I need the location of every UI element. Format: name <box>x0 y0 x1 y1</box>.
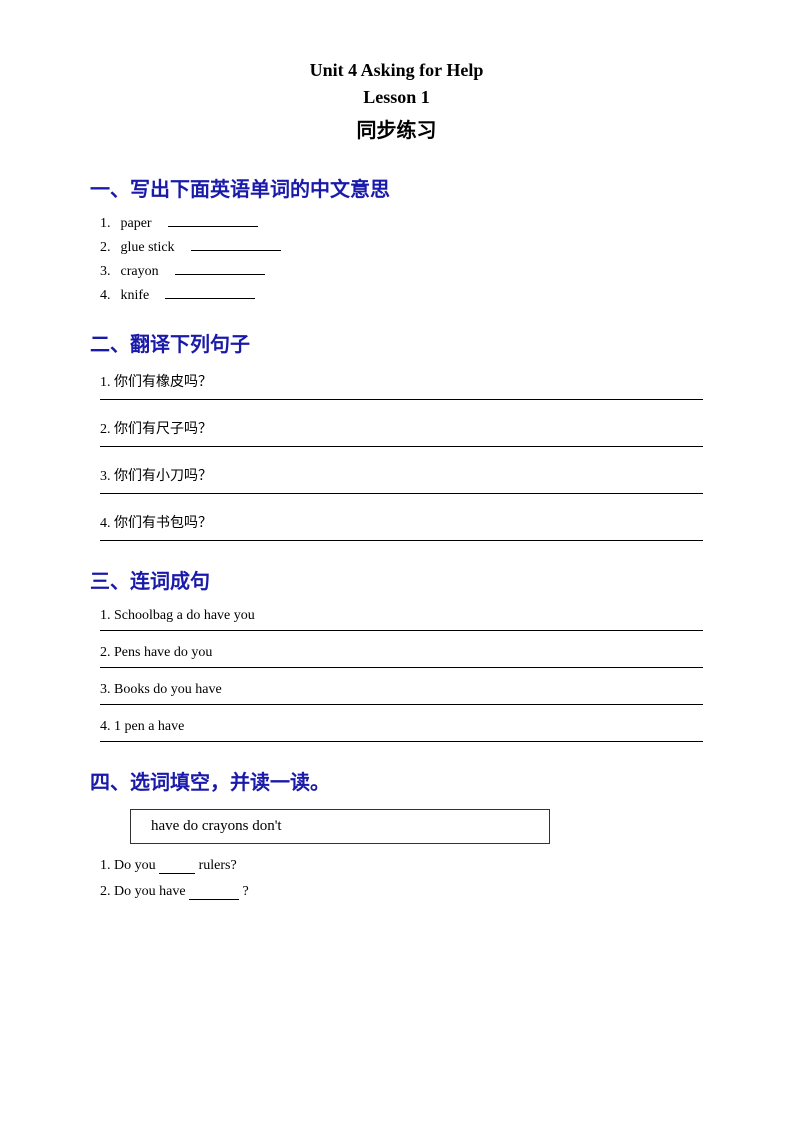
section-1-title: 一、写出下面英语单词的中文意思 <box>90 173 703 202</box>
item-text-before: Do you <box>114 858 156 873</box>
answer-line <box>100 493 703 494</box>
list-item: 4. 你们有书包吗？ <box>100 512 703 532</box>
item-words: Books do you have <box>114 682 222 697</box>
subtitle: 同步练习 <box>90 114 703 143</box>
answer-line <box>100 741 703 742</box>
item-number: 4. <box>100 288 111 304</box>
list-item: 4. knife <box>100 288 703 304</box>
section-2-title: 二、翻译下列句子 <box>90 328 703 357</box>
item-number: 1. <box>100 858 111 873</box>
answer-blank <box>168 226 258 227</box>
item-number: 4. <box>100 516 111 531</box>
list-item: 3. crayon <box>100 264 703 280</box>
section-4-title: 四、选词填空，并读一读。 <box>90 766 703 795</box>
answer-line <box>100 704 703 705</box>
item-number: 3. <box>100 264 111 280</box>
answer-line <box>100 446 703 447</box>
list-item: 1. 你们有橡皮吗？ <box>100 371 703 391</box>
list-item: 2. 你们有尺子吗？ <box>100 418 703 438</box>
item-number: 2. <box>100 645 111 660</box>
word-order-list: 1. Schoolbag a do have you 2. Pens have … <box>100 608 703 742</box>
item-text-before: Do you have <box>114 884 186 899</box>
item-number: 4. <box>100 719 111 734</box>
item-text: 你们有尺子吗？ <box>114 422 212 437</box>
item-number: 1. <box>100 216 111 232</box>
list-item: 1. Schoolbag a do have you <box>100 608 703 624</box>
list-item: 3. Books do you have <box>100 682 703 698</box>
item-number: 2. <box>100 240 111 256</box>
vocab-list: 1. paper 2. glue stick 3. crayon 4. knif… <box>100 216 703 304</box>
answer-blank <box>191 250 281 251</box>
section-3-title: 三、连词成句 <box>90 565 703 594</box>
item-number: 3. <box>100 469 111 484</box>
item-number: 2. <box>100 884 111 899</box>
section-3: 三、连词成句 1. Schoolbag a do have you 2. Pen… <box>90 565 703 742</box>
fill-blank-list: 1. Do you rulers? 2. Do you have ? <box>100 858 703 900</box>
answer-line <box>100 399 703 400</box>
answer-line <box>100 540 703 541</box>
item-word: paper <box>121 216 152 232</box>
section-4: 四、选词填空，并读一读。 have do crayons don't 1. Do… <box>90 766 703 900</box>
lesson-title: Lesson 1 <box>90 87 703 108</box>
item-text: 你们有书包吗？ <box>114 516 212 531</box>
unit-title: Unit 4 Asking for Help <box>90 60 703 81</box>
list-item: 2. Pens have do you <box>100 645 703 661</box>
item-word: crayon <box>121 264 159 280</box>
word-box: have do crayons don't <box>130 809 550 844</box>
section-2: 二、翻译下列句子 1. 你们有橡皮吗？ 2. 你们有尺子吗？ 3. 你们有小刀吗… <box>90 328 703 541</box>
list-item: 4. 1 pen a have <box>100 719 703 735</box>
answer-line <box>100 630 703 631</box>
item-number: 1. <box>100 375 111 390</box>
answer-blank <box>175 274 265 275</box>
answer-blank <box>165 298 255 299</box>
item-word: knife <box>121 288 150 304</box>
item-number: 3. <box>100 682 111 697</box>
page-header: Unit 4 Asking for Help Lesson 1 同步练习 <box>90 60 703 143</box>
fill-blank <box>189 899 239 900</box>
list-item: 1. Do you rulers? <box>100 858 703 874</box>
answer-line <box>100 667 703 668</box>
item-text-after: ? <box>243 884 249 899</box>
section-1: 一、写出下面英语单词的中文意思 1. paper 2. glue stick 3… <box>90 173 703 304</box>
list-item: 3. 你们有小刀吗？ <box>100 465 703 485</box>
item-number: 2. <box>100 422 111 437</box>
item-text: 你们有小刀吗？ <box>114 469 212 484</box>
list-item: 2. Do you have ? <box>100 884 703 900</box>
translation-list: 1. 你们有橡皮吗？ 2. 你们有尺子吗？ 3. 你们有小刀吗？ 4. 你们有书… <box>100 371 703 541</box>
item-words: 1 pen a have <box>114 719 184 734</box>
item-words: Schoolbag a do have you <box>114 608 255 623</box>
fill-blank <box>159 873 195 874</box>
item-text-after: rulers? <box>199 858 237 873</box>
list-item: 1. paper <box>100 216 703 232</box>
list-item: 2. glue stick <box>100 240 703 256</box>
item-word: glue stick <box>121 240 175 256</box>
item-text: 你们有橡皮吗？ <box>114 375 212 390</box>
item-number: 1. <box>100 608 111 623</box>
item-words: Pens have do you <box>114 645 212 660</box>
